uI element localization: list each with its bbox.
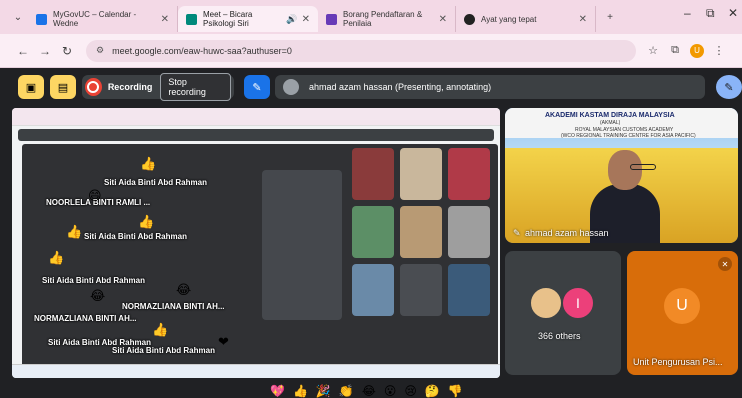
annotation-name: NORMAZLIANA BINTI AH... — [34, 314, 137, 323]
close-icon[interactable]: ✕ — [298, 14, 310, 25]
record-dot-icon — [85, 78, 102, 96]
participant-avatar-letter: U — [664, 288, 700, 324]
annotation-name: Siti Aida Binti Abd Rahman — [42, 276, 145, 285]
site-info-icon[interactable]: ⚙ — [96, 45, 104, 56]
back-icon[interactable]: ← — [12, 44, 34, 58]
url-text: meet.google.com/eaw-huwc-saa?authuser=0 — [112, 45, 292, 56]
recording-indicator: Recording Stop recording — [82, 73, 234, 101]
calendar-favicon-icon — [36, 13, 47, 25]
reload-icon[interactable]: ↻ — [56, 44, 78, 58]
close-icon[interactable]: ✕ — [153, 14, 169, 25]
thumbs-up-icon: 👍 — [138, 214, 155, 229]
presenting-text: ahmad azam hassan (Presenting, annotatin… — [309, 82, 492, 92]
shared-presenting-bar — [18, 129, 494, 141]
meet-stage: ▣ ▤ Recording Stop recording ✎ ahmad aza… — [0, 68, 742, 398]
presenting-banner: ahmad azam hassan (Presenting, annotatin… — [275, 75, 705, 99]
shared-tile — [448, 206, 490, 258]
speaker-icon[interactable]: 🔊 — [286, 14, 297, 25]
tab-meet[interactable]: Meet – Bicara Psikologi Siri 🔊 ✕ — [178, 6, 318, 32]
annotation-name: Siti Aida Binti Abd Rahman — [112, 346, 215, 355]
others-count-label: 366 others — [538, 331, 581, 341]
presenter-avatar — [283, 79, 299, 95]
annotation-name: Siti Aida Binti Abd Rahman — [104, 178, 207, 187]
shared-tile — [352, 264, 394, 316]
shared-browser-chrome — [12, 108, 500, 126]
tab-label: Ayat yang tepat — [481, 14, 537, 24]
pen-icon[interactable]: ✎ — [716, 75, 742, 99]
banner-title: AKADEMI KASTAM DIRAJA MALAYSIA — [545, 112, 675, 119]
shared-tile — [352, 148, 394, 200]
info-icon[interactable]: ▤ — [50, 75, 76, 99]
thumbs-up-icon: 👍 — [48, 250, 65, 265]
annotate-icon[interactable]: ✎ — [244, 75, 270, 99]
thumbs-up-icon: 👍 — [152, 322, 169, 337]
browser-tab-strip: ⌄ MyGovUC – Calendar - Wedne ✕ Meet – Bi… — [0, 0, 742, 34]
tab-search-chevron-icon[interactable]: ⌄ — [8, 5, 28, 29]
bookmark-star-icon[interactable]: ☆ — [642, 44, 664, 57]
shared-tile — [400, 264, 442, 316]
shared-taskbar — [12, 364, 500, 378]
pin-icon[interactable]: ✎ — [513, 228, 521, 239]
window-close-icon[interactable]: ✕ — [728, 6, 738, 20]
tab-label: MyGovUC – Calendar - Wedne — [53, 10, 137, 28]
tools-icon[interactable]: ▣ — [18, 75, 44, 99]
thumbs-up-icon: 👍 — [140, 156, 157, 171]
banner-subtitle: (WCO REGIONAL TRAINING CENTRE FOR ASIA P… — [561, 133, 696, 139]
tab-label: Meet – Bicara Psikologi Siri — [203, 10, 253, 28]
shared-tile — [448, 264, 490, 316]
annotation-name: NORMAZLIANA BINTI AH... — [122, 302, 225, 311]
minimize-icon[interactable]: – — [684, 6, 691, 20]
shared-tile — [352, 206, 394, 258]
tab-borang[interactable]: Borang Pendaftaran & Penilaia ✕ — [318, 6, 456, 32]
meet-top-bar: ▣ ▤ Recording Stop recording ✎ ahmad aza… — [0, 73, 742, 103]
forms-favicon-icon — [326, 13, 337, 25]
participant-avatar-letter: I — [561, 286, 595, 320]
heart-icon: ❤ — [218, 334, 229, 349]
new-tab-icon[interactable]: + — [600, 5, 620, 29]
close-icon[interactable]: ✕ — [571, 14, 587, 25]
restore-icon[interactable]: ⧉ — [706, 6, 715, 21]
close-icon[interactable]: ✕ — [431, 14, 447, 25]
unit-participant-tile[interactable]: ✕ U Unit Pengurusan Psi... — [627, 251, 738, 375]
others-tile[interactable]: I 366 others — [505, 251, 621, 375]
laugh-icon: 😂 — [90, 288, 106, 303]
participant-name: ahmad azam hassan — [525, 228, 609, 238]
address-bar: ← → ↻ ⚙ meet.google.com/eaw-huwc-saa?aut… — [0, 34, 742, 68]
shared-tile — [400, 148, 442, 200]
smile-icon: 😄 — [88, 188, 102, 203]
shared-screen: Siti Aida Binti Abd Rahman NOORLELA BINT… — [12, 108, 500, 378]
annotation-name: Siti Aida Binti Abd Rahman — [84, 232, 187, 241]
shared-tile — [400, 206, 442, 258]
academy-banner: AKADEMI KASTAM DIRAJA MALAYSIA (AKMAL) R… — [505, 108, 738, 139]
meet-favicon-icon — [186, 13, 197, 25]
tab-ayat[interactable]: Ayat yang tepat ✕ — [456, 6, 596, 32]
shared-tile — [262, 170, 342, 320]
tab-label: Borang Pendaftaran & Penilaia — [343, 10, 423, 28]
mic-off-icon: ✕ — [718, 257, 732, 271]
url-input[interactable]: ⚙ meet.google.com/eaw-huwc-saa?authuser=… — [86, 39, 636, 62]
forward-icon[interactable]: → — [34, 44, 56, 58]
extensions-icon[interactable]: ⧉ — [664, 44, 686, 57]
shared-tile — [448, 148, 490, 200]
banner-abbr: (AKMAL) — [600, 120, 621, 126]
stop-recording-button[interactable]: Stop recording — [160, 73, 231, 101]
presenter-video-tile[interactable]: AKADEMI KASTAM DIRAJA MALAYSIA (AKMAL) R… — [505, 108, 738, 243]
chatgpt-favicon-icon — [464, 13, 475, 25]
tab-calendar[interactable]: MyGovUC – Calendar - Wedne ✕ — [28, 6, 178, 32]
profile-avatar[interactable]: U — [686, 43, 708, 58]
recording-label: Recording — [107, 82, 153, 92]
menu-kebab-icon[interactable]: ⋮ — [708, 44, 730, 57]
participant-avatar — [529, 286, 563, 320]
participant-name: Unit Pengurusan Psi... — [633, 357, 723, 367]
laugh-icon: 😂 — [176, 282, 192, 297]
thumbs-up-icon: 👍 — [66, 224, 83, 239]
